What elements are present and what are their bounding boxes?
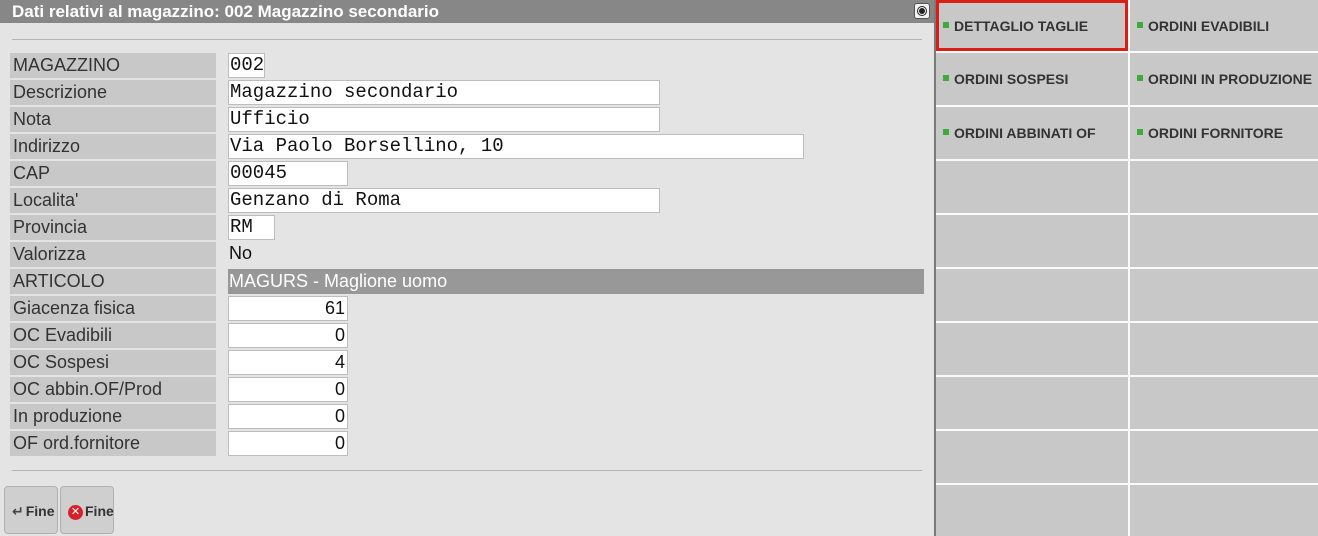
indicator-icon <box>1137 75 1143 81</box>
button-label: ORDINI EVADIBILI <box>1148 17 1270 34</box>
window-options-icon[interactable] <box>914 3 930 19</box>
empty-slot <box>1130 269 1318 321</box>
field-label: CAP <box>10 161 216 186</box>
empty-slot <box>1130 323 1318 375</box>
indicator-icon <box>1137 21 1143 28</box>
empty-slot <box>936 431 1128 483</box>
nota-field[interactable]: Ufficio <box>228 107 660 132</box>
localita-field[interactable]: Genzano di Roma <box>228 188 660 213</box>
ordini-fornitore-button[interactable]: ORDINI FORNITORE <box>1130 107 1318 159</box>
button-label: ORDINI SOSPESI <box>954 71 1069 87</box>
ordini-sospesi-button[interactable]: ORDINI SOSPESI <box>936 53 1128 105</box>
button-label: ORDINI ABBINATI OF <box>954 125 1096 141</box>
empty-slot <box>936 323 1128 375</box>
oc-evadibili-value: 0 <box>228 323 348 348</box>
ordini-abbinati-of-button[interactable]: ORDINI ABBINATI OF <box>936 107 1128 159</box>
empty-slot <box>1130 215 1318 267</box>
button-label: ORDINI IN PRODUZIONE <box>1148 71 1313 87</box>
window-title-bar: Dati relativi al magazzino: 002 Magazzin… <box>0 0 934 23</box>
dettaglio-taglie-button[interactable]: DETTAGLIO TAGLIE <box>936 0 1128 51</box>
articolo-value: MAGURS - Maglione uomo <box>228 269 924 294</box>
ordini-evadibili-button[interactable]: ORDINI EVADIBILI <box>1130 0 1318 51</box>
magazzino-field[interactable]: 002 <box>228 53 265 78</box>
field-label: MAGAZZINO <box>10 53 216 78</box>
field-label: OC Evadibili <box>10 323 216 348</box>
return-arrow-icon: ↵ <box>12 503 24 519</box>
oc-abbin-value: 0 <box>228 377 348 402</box>
articolo-label: ARTICOLO <box>10 269 216 294</box>
empty-slot <box>936 161 1128 213</box>
field-label: OF ord.fornitore <box>10 431 216 456</box>
giacenza-fisica-value: 61 <box>228 296 348 321</box>
ordini-in-produzione-button[interactable]: ORDINI IN PRODUZIONE <box>1130 53 1318 105</box>
fine-label: Fine <box>25 503 55 519</box>
empty-slot <box>936 269 1128 321</box>
indicator-icon <box>943 21 949 28</box>
in-produzione-value: 0 <box>228 404 348 429</box>
button-label: ORDINI FORNITORE <box>1148 125 1284 141</box>
fine-close-button[interactable]: ✕ Fine <box>60 486 114 534</box>
bottom-divider <box>12 470 922 471</box>
window-title: Dati relativi al magazzino: 002 Magazzin… <box>12 2 440 21</box>
field-label: OC Sospesi <box>10 350 216 375</box>
field-label: Provincia <box>10 215 216 240</box>
button-label: DETTAGLIO TAGLIE <box>954 17 1089 34</box>
fine-return-button[interactable]: ↵ Fine <box>4 486 58 534</box>
descrizione-field[interactable]: Magazzino secondario <box>228 80 660 105</box>
provincia-field[interactable]: RM <box>228 215 275 240</box>
indicator-icon <box>943 129 949 135</box>
field-label: Localita' <box>10 188 216 213</box>
valorizza-value[interactable]: No <box>228 242 288 267</box>
field-label: Descrizione <box>10 80 216 105</box>
cap-field[interactable]: 00045 <box>228 161 348 186</box>
top-divider <box>12 39 922 40</box>
function-button-grid: DETTAGLIO TAGLIE ORDINI EVADIBILI ORDINI… <box>936 0 1318 536</box>
indicator-icon <box>1137 129 1143 135</box>
field-label: In produzione <box>10 404 216 429</box>
empty-slot <box>1130 431 1318 483</box>
field-label: Nota <box>10 107 216 132</box>
empty-slot <box>1130 377 1318 429</box>
oc-sospesi-value: 4 <box>228 350 348 375</box>
close-x-icon: ✕ <box>68 505 83 520</box>
empty-slot <box>936 485 1128 536</box>
fine-label: Fine <box>85 503 114 519</box>
empty-slot <box>1130 485 1318 536</box>
indirizzo-field[interactable]: Via Paolo Borsellino, 10 <box>228 134 804 159</box>
of-ord-fornitore-value: 0 <box>228 431 348 456</box>
empty-slot <box>1130 161 1318 213</box>
field-label: Giacenza fisica <box>10 296 216 321</box>
field-label: Indirizzo <box>10 134 216 159</box>
field-label: Valorizza <box>10 242 216 267</box>
field-label: OC abbin.OF/Prod <box>10 377 216 402</box>
empty-slot <box>936 377 1128 429</box>
empty-slot <box>936 215 1128 267</box>
indicator-icon <box>943 75 949 81</box>
warehouse-detail-panel: Dati relativi al magazzino: 002 Magazzin… <box>0 0 936 536</box>
